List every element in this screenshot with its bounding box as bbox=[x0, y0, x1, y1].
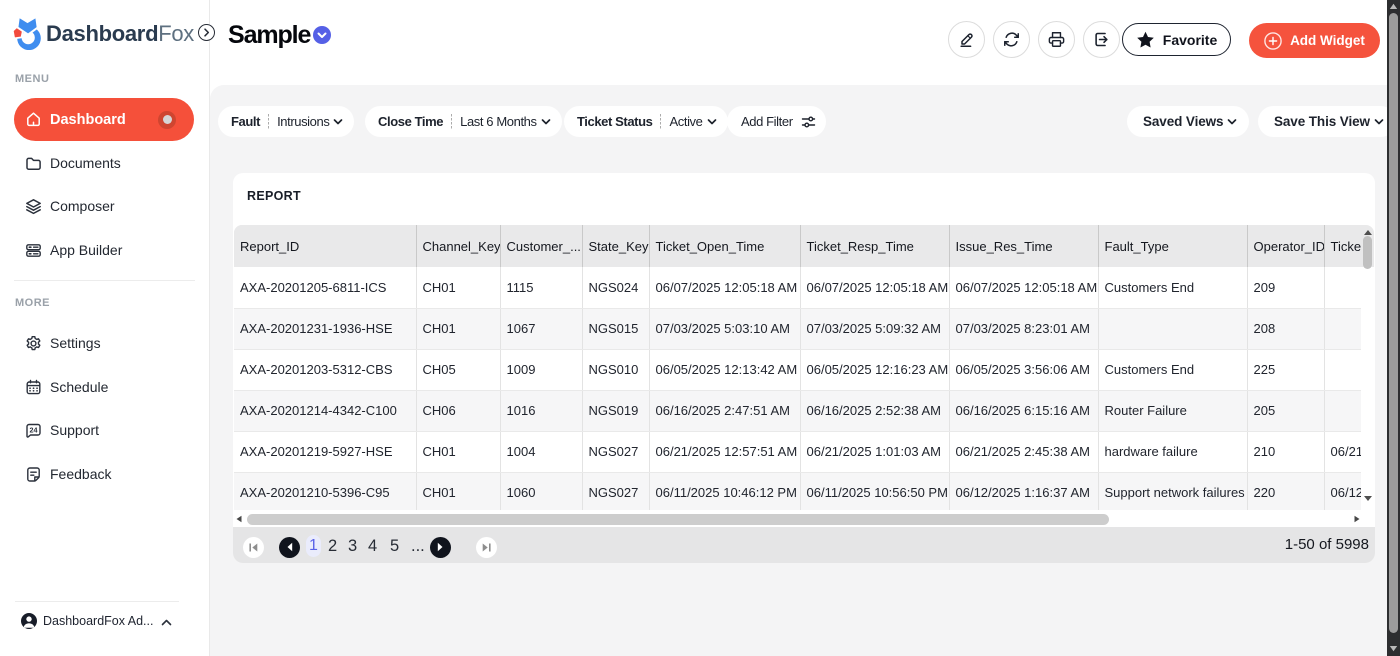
svg-text:24: 24 bbox=[30, 425, 38, 434]
